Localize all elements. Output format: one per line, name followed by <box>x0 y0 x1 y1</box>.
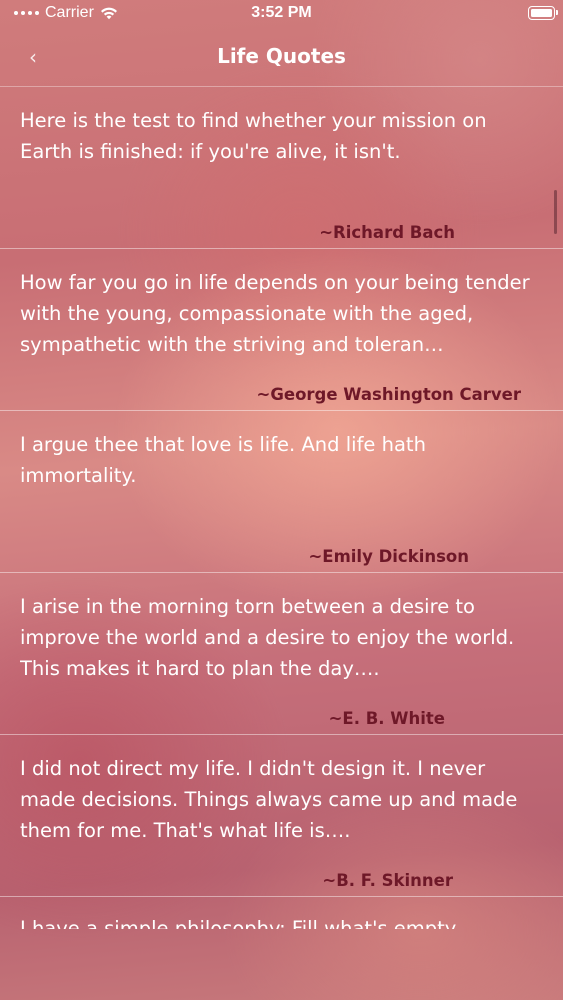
quote-text: Here is the test to find whether your mi… <box>20 109 487 163</box>
quote-cell[interactable]: How far you go in life depends on your b… <box>0 249 563 411</box>
quote-author: ~Richard Bach <box>319 223 455 242</box>
quote-author: ~George Washington Carver <box>256 385 521 404</box>
quote-cell[interactable]: I have a simple philosophy: Fill what's … <box>0 897 563 957</box>
quote-author: ~B. F. Skinner <box>322 871 453 890</box>
quote-text: I argue thee that love is life. And life… <box>20 433 426 487</box>
quote-text: I arise in the morning torn between a de… <box>20 595 515 680</box>
quote-author: ~E. B. White <box>328 709 445 728</box>
quote-text: I did not direct my life. I didn't desig… <box>20 757 518 842</box>
navigation-bar: ‹ Life Quotes <box>0 30 563 86</box>
quote-text: I have a simple philosophy: Fill what's … <box>20 917 460 929</box>
page-title: Life Quotes <box>217 44 346 68</box>
quote-cell[interactable]: I argue thee that love is life. And life… <box>0 411 563 573</box>
quote-list[interactable]: Here is the test to find whether your mi… <box>0 86 563 1000</box>
battery-icon <box>528 6 558 20</box>
quote-cell[interactable]: Here is the test to find whether your mi… <box>0 87 563 249</box>
quote-cell[interactable]: I arise in the morning torn between a de… <box>0 573 563 735</box>
status-bar: Carrier 3:52 PM <box>0 0 563 30</box>
quote-cell[interactable]: I did not direct my life. I didn't desig… <box>0 735 563 897</box>
quote-author: ~Emily Dickinson <box>308 547 469 566</box>
clock: 3:52 PM <box>251 4 312 21</box>
scrollbar[interactable] <box>554 190 557 234</box>
quote-text: How far you go in life depends on your b… <box>20 271 530 356</box>
